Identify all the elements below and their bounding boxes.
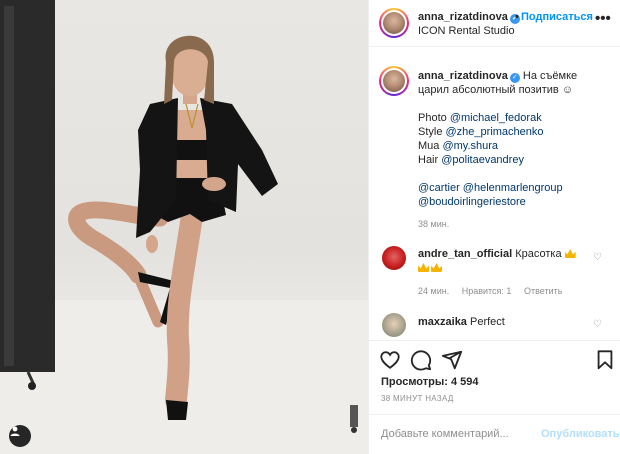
comment-username[interactable]: maxzaika [418,316,467,328]
post-caption: anna_rizatdinova ✓ На съёмке царил абсолю… [418,69,608,209]
comment-item: maxzaika Perfect [418,315,593,329]
tagged-users-button[interactable] [9,425,31,447]
mention-link[interactable]: @helenmarlengroup [463,182,563,194]
mention-link[interactable]: @boudoirlingeriestore [418,196,526,208]
caption-timestamp[interactable]: 38 мин. [418,219,449,229]
mention-link[interactable]: @michael_fedorak [450,112,542,124]
comments-list[interactable]: anna_rizatdinova ✓ На съёмке царил абсолю… [369,47,620,340]
comment-input[interactable]: Добавьте комментарий... [381,428,509,440]
model-blazer-right [200,98,278,212]
reply-button[interactable]: Ответить [524,286,562,296]
mention-link[interactable]: @politaevandrey [441,154,524,166]
author-avatar[interactable] [379,8,409,38]
caption-username[interactable]: anna_rizatdinova [418,70,508,82]
add-comment-bar: Добавьте комментарий... Опубликовать [369,414,620,454]
light-stand-right [350,405,358,427]
credit-mua: Mua @my.shura [418,140,499,152]
post-timestamp[interactable]: 38 МИНУТ НАЗАД [381,394,454,403]
model-hand [202,177,226,191]
comment-time[interactable]: 24 мин. [418,286,449,296]
comment-username[interactable]: andre_tan_official [418,248,512,260]
separator-dot: • [515,11,519,23]
person-icon [10,426,20,436]
comment-text: Perfect [470,316,505,328]
brand-mentions-2: @boudoirlingeriestore [418,195,608,209]
comment-likes[interactable]: Нравится: 1 [462,286,512,296]
mention-link[interactable]: @cartier [418,182,460,194]
post-actions [369,340,620,380]
share-icon[interactable] [441,349,463,371]
bookmark-icon[interactable] [594,349,616,371]
post-side-panel: anna_rizatdinova ✓ • Подписаться ICON Ren… [368,0,620,454]
heart-icon[interactable] [379,349,401,371]
comment-like-heart-icon[interactable]: ♡ [593,319,602,330]
commenter-avatar[interactable] [382,313,406,337]
credit-hair: Hair @politaevandrey [418,154,524,166]
comment-meta: 24 мин. Нравится: 1 Ответить [418,286,572,296]
more-options-icon[interactable]: ••• [595,10,611,27]
comment-item: andre_tan_official Красотка [418,247,593,275]
crown-emoji-icon [564,249,576,258]
mention-link[interactable]: @zhe_primachenko [446,126,544,138]
mention-link[interactable]: @my.shura [442,140,498,152]
high-heel-standing [166,400,188,420]
publish-button[interactable]: Опубликовать [541,428,620,440]
view-count[interactable]: Просмотры: 4 594 [381,376,479,388]
photo-illustration [0,0,368,454]
author-username[interactable]: anna_rizatdinova ✓ [418,11,520,24]
comment-icon[interactable] [410,349,432,371]
brand-mentions: @cartier @helenmarlengroup [418,181,608,195]
credit-style: Style @zhe_primachenko [418,126,544,138]
crown-emoji-icon [431,263,442,272]
comment-like-heart-icon[interactable]: ♡ [593,252,602,263]
post-photo[interactable] [0,0,368,454]
caption-author-avatar[interactable] [379,66,409,96]
follow-button[interactable]: Подписаться [521,11,593,23]
location-link[interactable]: ICON Rental Studio [418,25,515,37]
comment-text: Красотка [515,248,562,260]
credit-photo: Photo @michael_fedorak [418,112,542,124]
post-header: anna_rizatdinova ✓ • Подписаться ICON Ren… [369,0,620,47]
crown-emoji-icon [418,263,429,272]
commenter-avatar[interactable] [382,246,406,270]
verified-badge-icon: ✓ [509,73,520,83]
